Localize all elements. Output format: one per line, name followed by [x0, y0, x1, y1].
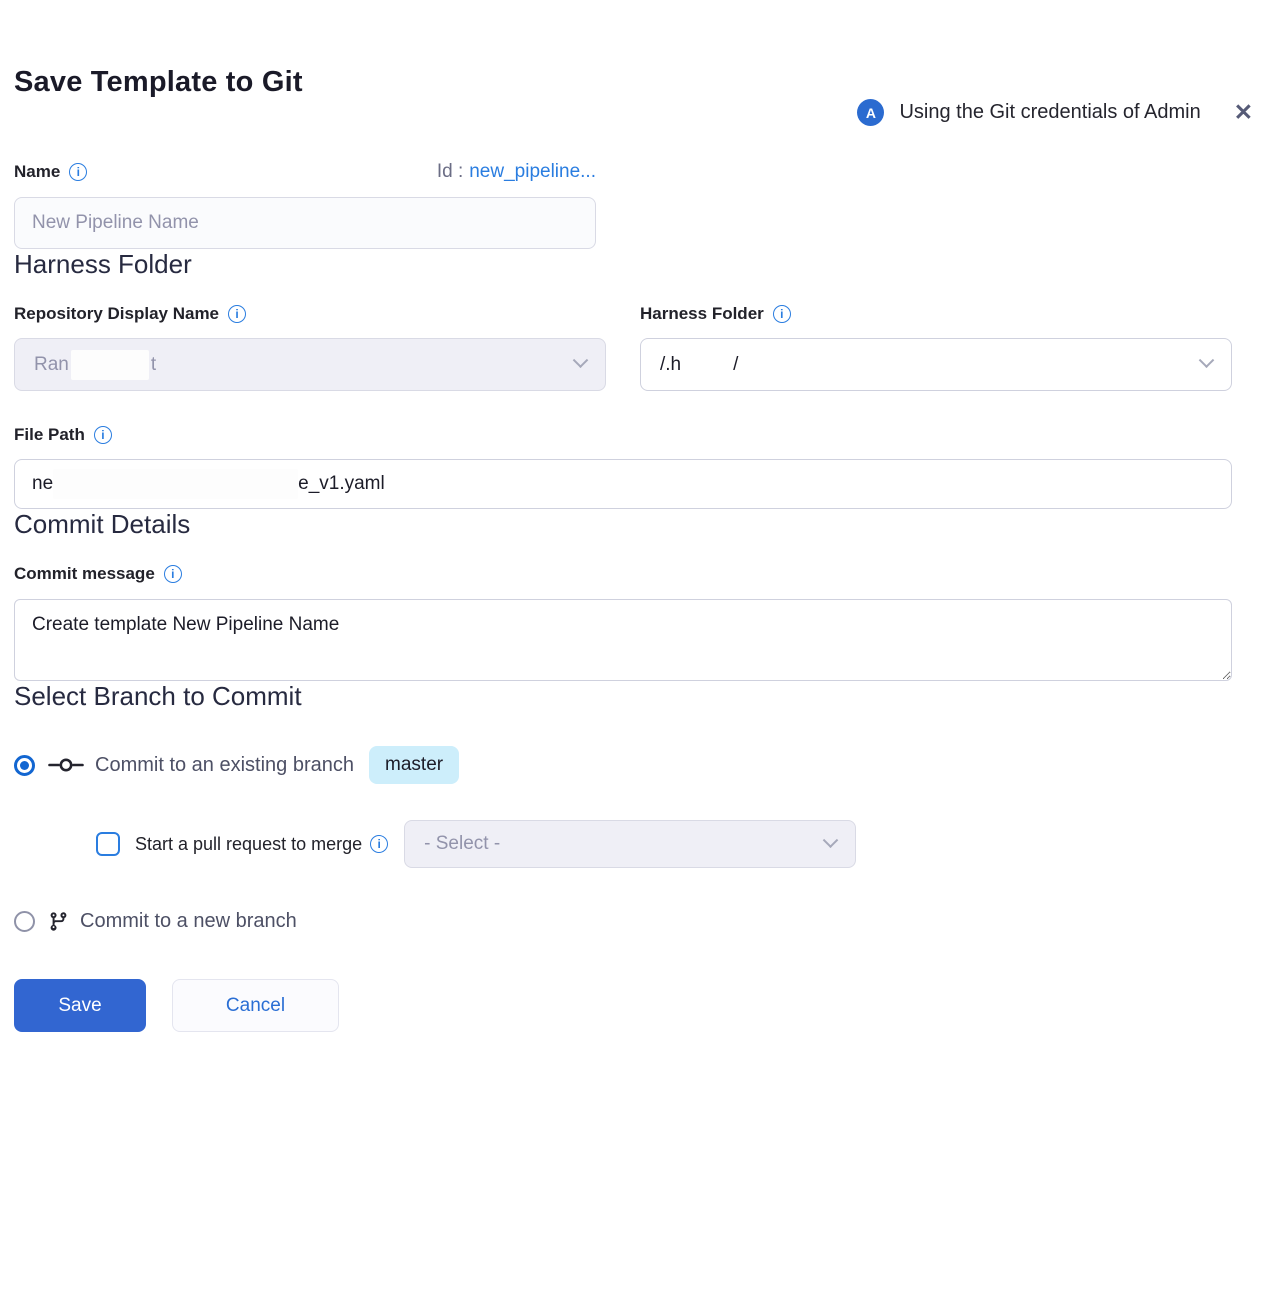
info-icon[interactable]: i: [94, 426, 112, 444]
file-path-value-suffix: e_v1.yaml: [298, 473, 385, 495]
harness-folder-label-text: Harness Folder: [640, 304, 764, 324]
chevron-down-icon: [823, 832, 839, 848]
target-branch-placeholder: - Select -: [424, 833, 500, 855]
harness-folder-value: /.h /: [660, 350, 738, 380]
save-button[interactable]: Save: [14, 979, 146, 1032]
new-branch-row: Commit to a new branch: [14, 910, 1232, 933]
name-label-text: Name: [14, 162, 60, 182]
info-icon[interactable]: i: [228, 305, 246, 323]
info-icon[interactable]: i: [773, 305, 791, 323]
existing-branch-radio[interactable]: [14, 755, 35, 776]
git-commit-icon: [48, 756, 84, 774]
commit-message-textarea[interactable]: Create template New Pipeline Name: [14, 599, 1232, 681]
close-icon[interactable]: ✕: [1234, 101, 1253, 124]
name-field-block: Name i Id : new_pipeline...: [14, 161, 596, 249]
branch-chip[interactable]: master: [369, 746, 459, 784]
repository-value: Ran t: [34, 350, 156, 380]
repository-label-text: Repository Display Name: [14, 304, 219, 324]
template-id: Id : new_pipeline...: [437, 161, 596, 183]
redaction-block: [71, 350, 149, 380]
chevron-down-icon: [1199, 352, 1215, 368]
action-buttons: Save Cancel: [14, 979, 1232, 1032]
existing-branch-label[interactable]: Commit to an existing branch: [95, 754, 354, 777]
repository-select[interactable]: Ran t: [14, 338, 606, 391]
git-credentials-banner: A Using the Git credentials of Admin ✕: [857, 99, 1253, 126]
harness-folder-field: Harness Folder i /.h /: [640, 304, 1232, 391]
select-branch-heading: Select Branch to Commit: [14, 681, 1232, 712]
name-label: Name i: [14, 162, 87, 182]
new-branch-label[interactable]: Commit to a new branch: [80, 910, 297, 933]
save-template-dialog: A Using the Git credentials of Admin ✕ S…: [0, 66, 1280, 1032]
redaction-block: [681, 350, 733, 380]
dialog-title: Save Template to Git: [14, 66, 1232, 99]
target-branch-select[interactable]: - Select -: [404, 820, 856, 868]
info-icon[interactable]: i: [370, 835, 388, 853]
template-id-label: Id :: [437, 161, 463, 183]
name-label-row: Name i Id : new_pipeline...: [14, 161, 596, 183]
commit-message-label-text: Commit message: [14, 564, 155, 584]
existing-branch-row: Commit to an existing branch master: [14, 746, 1232, 784]
folder-fields-row: Repository Display Name i Ran t Harness …: [14, 304, 1232, 391]
repository-field: Repository Display Name i Ran t: [14, 304, 606, 391]
repository-value-prefix: Ran: [34, 354, 69, 376]
git-branch-icon: [48, 911, 69, 932]
pull-request-row: Start a pull request to merge i - Select…: [96, 820, 1232, 868]
pull-request-label[interactable]: Start a pull request to merge: [135, 834, 362, 855]
new-branch-radio[interactable]: [14, 911, 35, 932]
chevron-down-icon: [573, 352, 589, 368]
harness-folder-label: Harness Folder i: [640, 304, 1232, 324]
repository-label: Repository Display Name i: [14, 304, 606, 324]
file-path-input[interactable]: ne e_v1.yaml: [14, 459, 1232, 509]
commit-details-heading: Commit Details: [14, 509, 1232, 540]
harness-folder-heading: Harness Folder: [14, 249, 1232, 280]
credentials-text: Using the Git credentials of Admin: [899, 101, 1200, 124]
folder-value-suffix: /: [733, 354, 738, 376]
file-path-label-text: File Path: [14, 425, 85, 445]
redaction-block: [53, 469, 298, 499]
file-path-value: ne e_v1.yaml: [32, 469, 385, 499]
user-avatar: A: [857, 99, 884, 126]
harness-folder-select[interactable]: /.h /: [640, 338, 1232, 391]
info-icon[interactable]: i: [164, 565, 182, 583]
cancel-button[interactable]: Cancel: [172, 979, 339, 1032]
name-input[interactable]: [14, 197, 596, 249]
commit-message-label: Commit message i: [14, 564, 1232, 584]
folder-value-prefix: /.h: [660, 354, 681, 376]
pull-request-checkbox[interactable]: [96, 832, 120, 856]
template-id-link[interactable]: new_pipeline...: [469, 161, 596, 183]
file-path-label: File Path i: [14, 425, 1232, 445]
file-path-value-prefix: ne: [32, 473, 53, 495]
info-icon[interactable]: i: [69, 163, 87, 181]
repository-value-suffix: t: [151, 354, 156, 376]
